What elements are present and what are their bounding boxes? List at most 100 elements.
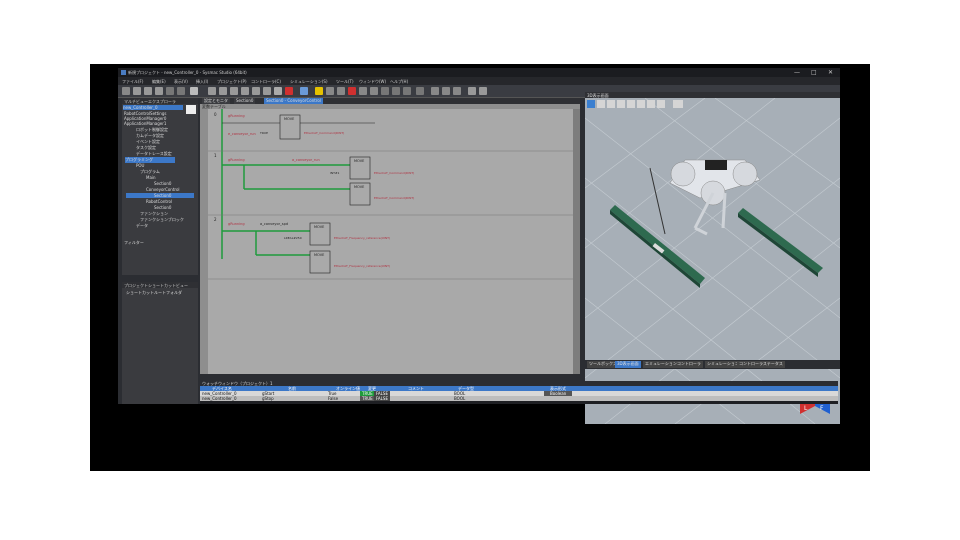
minimize-button[interactable]: — [794,69,800,76]
redo-icon[interactable] [177,87,185,95]
tree-item[interactable]: データ [136,223,148,229]
cell-value[interactable]: False [328,396,338,401]
rung-0: 0 gRunning e_conveyor_run MOVE TRUE Ethe… [214,112,375,140]
display-icon[interactable] [657,100,665,108]
tree-item[interactable]: Section0 [154,181,171,186]
contact-label: gRunning [228,222,245,226]
output-variable: EtherCAT_Frequency_reference(UINT) [334,264,390,268]
pause-icon[interactable] [403,87,411,95]
input-variable: TRUE [259,131,268,135]
tab-simulation[interactable]: シミュレーション [705,361,741,368]
video-frame: 新規プロジェクト - new_Controller_0 - Sysmac Stu… [90,64,870,471]
reset-icon[interactable] [370,87,378,95]
cell-name: gStop [262,396,274,401]
rung-2: 2 gRunning a_conveyor_spd MOVE MOVE LREA… [214,217,390,274]
table-icon[interactable] [219,87,227,95]
window-title: 新規プロジェクト - new_Controller_0 - Sysmac Stu… [128,70,247,75]
table-row[interactable]: new_Controller_0 gStop False TRUE FALSE … [200,396,838,401]
copy-icon[interactable] [133,87,141,95]
contact-label: gRunning [228,114,245,118]
pointer-icon[interactable] [597,100,605,108]
controller-select[interactable]: new_Controller_0 [123,105,183,110]
zoom-icon[interactable] [627,100,635,108]
title-bar: 新規プロジェクト - new_Controller_0 - Sysmac Stu… [118,68,840,77]
online-icon[interactable] [274,87,282,95]
cancel-force-icon[interactable] [381,87,389,95]
function-block-label: MOVE [314,253,324,257]
fit-icon[interactable] [637,100,645,108]
contact-label: a_conveyor_run [292,158,320,162]
tab-controller-status[interactable]: コントローラステータス [737,361,785,368]
warning-icon[interactable] [315,87,323,95]
cut-icon[interactable] [122,87,130,95]
cube-label-f: F [820,405,824,412]
zoom-in-icon[interactable] [431,87,439,95]
monitor-icon[interactable] [263,87,271,95]
tree-item[interactable]: ConveyorControl [146,187,180,192]
output-variable: EtherCAT_Command(DINT) [374,171,414,175]
output-variable: EtherCAT_Frequency_reference(UINT) [334,236,390,240]
rung-number: 0 [214,112,217,117]
tree-item[interactable]: Section0 [154,205,171,210]
cell-type: BOOL [454,396,466,401]
rotate-icon[interactable] [617,100,625,108]
window-icon[interactable] [208,87,216,95]
tab-3d-view[interactable]: 3D表示画面 [615,361,641,368]
simulation-icon[interactable] [392,87,400,95]
filter-label[interactable]: フィルター [124,240,144,246]
rung-number: 1 [214,153,217,158]
undo-icon[interactable] [166,87,174,95]
app-icon [121,70,126,75]
paste-icon[interactable] [144,87,152,95]
layout-icon[interactable] [468,87,476,95]
force-icon[interactable] [348,87,356,95]
input-variable: INT#1 [330,171,339,175]
shortcut-folder[interactable]: ショートカットルートフォルダ [126,290,182,296]
tree-item[interactable]: ApplicationManager1 [124,121,166,126]
view3d-bottom-tabs: ツールボックス 3D表示画面 エミュレーションコントローラ シミュレーション コ… [585,360,840,369]
rung-1: 1 gRunning a_conveyor_run MOVE MOVE INT#… [214,153,414,206]
stop-icon[interactable] [285,87,293,95]
panel-icon[interactable] [479,87,487,95]
true-button[interactable]: TRUE [360,396,375,401]
grid-icon[interactable] [241,87,249,95]
function-block-label: MOVE [354,185,364,189]
close-button[interactable]: ✕ [828,69,833,76]
rung-number: 2 [214,217,217,222]
select-icon[interactable] [587,100,595,108]
transfer-icon[interactable] [300,87,308,95]
step-icon[interactable] [416,87,424,95]
output-variable: EtherCAT_Command(DINT) [304,131,344,135]
list-icon[interactable] [252,87,260,95]
shortcut-title: プロジェクトショートカットビュー [124,283,188,288]
controller-dropdown-icon[interactable] [186,105,196,114]
tree-item[interactable]: RobotControl [146,199,172,204]
menu-bar: ファイル(F) 編集(E) 表示(V) 挿入(I) プロジェクト(P) コントロ… [118,77,840,85]
ladder-editor[interactable]: 変数テーブル 0 gRunning e_conveyor_run MOVE TR… [200,104,580,374]
sync-icon[interactable] [326,87,334,95]
multiview-explorer: マルチビューエクスプローラ new_Controller_0 RobotCont… [122,98,198,275]
camera-icon[interactable] [647,100,655,108]
false-button[interactable]: FALSE [374,396,390,401]
set-icon[interactable] [359,87,367,95]
build-icon[interactable] [190,87,198,95]
zoom-out-icon[interactable] [442,87,450,95]
delete-icon[interactable] [155,87,163,95]
view3d-canvas[interactable]: U L F [585,98,840,424]
compare-icon[interactable] [337,87,345,95]
sysmac-window: 新規プロジェクト - new_Controller_0 - Sysmac Stu… [118,68,840,424]
tree-item-selected[interactable]: Section0 [126,193,194,198]
wrench-icon[interactable] [230,87,238,95]
cell-device: new_Controller_0 [202,396,237,401]
function-block-label: MOVE [354,159,364,163]
contact-label: gRunning [228,158,245,162]
pan-icon[interactable] [607,100,615,108]
tree-item[interactable]: POU [136,163,145,168]
tree-item-programming[interactable]: プログラミング [125,157,175,163]
zoom-fit-icon[interactable] [453,87,461,95]
tree-item[interactable]: Main [146,175,156,180]
robot-icon[interactable] [673,100,683,108]
tab-emulation[interactable]: エミュレーションコントローラ [643,361,703,368]
input-variable: LREAL#250 [284,236,302,240]
maximize-button[interactable]: □ [811,69,817,76]
